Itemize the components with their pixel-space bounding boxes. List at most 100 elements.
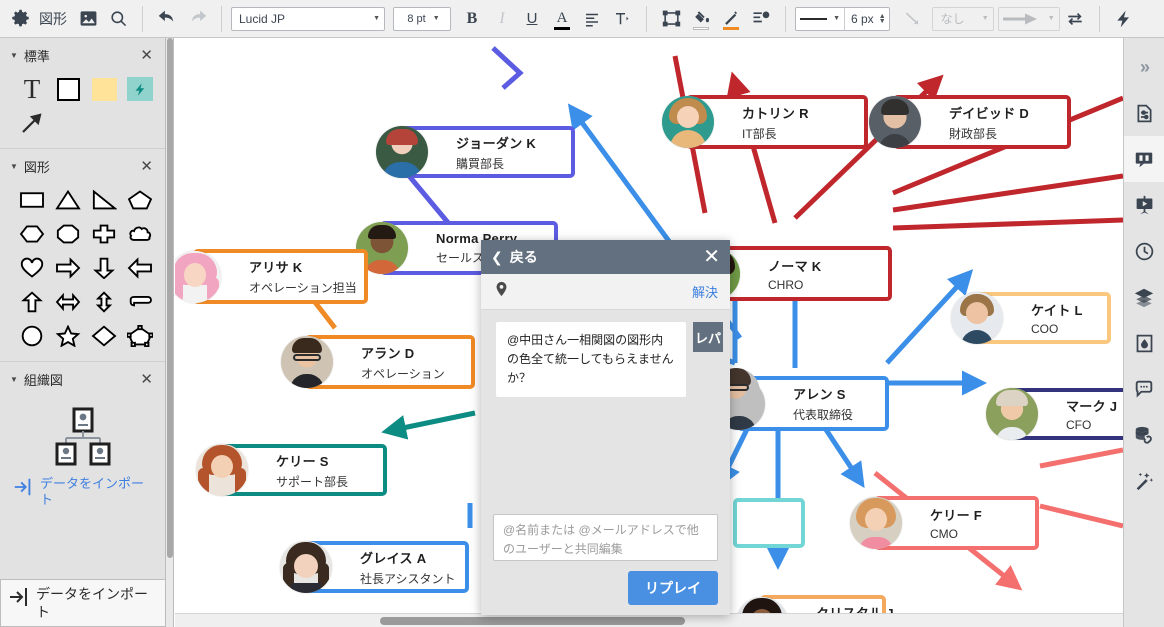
text-color-button[interactable]: A bbox=[547, 4, 577, 34]
location-pin-icon[interactable] bbox=[493, 279, 692, 304]
fill-bucket-icon[interactable] bbox=[686, 4, 716, 34]
underline-button[interactable]: U bbox=[517, 4, 547, 34]
reply-button[interactable]: リプレイ bbox=[628, 571, 718, 605]
sticky-note-icon[interactable] bbox=[86, 72, 122, 106]
comment-reply-input[interactable]: @名前または @メールアドレスで他のユーザーと共同編集 bbox=[493, 514, 718, 561]
star-shape[interactable] bbox=[50, 319, 86, 353]
rectangle-shape[interactable] bbox=[14, 183, 50, 217]
section-header-orgchart[interactable]: ▼ 組織図 ✕ bbox=[0, 362, 165, 396]
pentagon-selected-shape[interactable] bbox=[122, 319, 158, 353]
close-icon[interactable]: ✕ bbox=[140, 48, 153, 63]
undo-icon[interactable] bbox=[152, 4, 182, 34]
magic-wand-icon[interactable] bbox=[1124, 458, 1164, 504]
search-icon[interactable] bbox=[103, 4, 133, 34]
align-left-icon[interactable] bbox=[577, 4, 607, 34]
org-node-kate[interactable]: ケイト L COO bbox=[951, 292, 1111, 344]
scrollbar-thumb[interactable] bbox=[167, 38, 173, 558]
circle-shape[interactable] bbox=[14, 319, 50, 353]
triangle-shape[interactable] bbox=[50, 183, 86, 217]
lightning-shape-icon[interactable] bbox=[122, 72, 158, 106]
stroke-width-stepper[interactable]: 6 px ▲ ▼ bbox=[845, 12, 889, 26]
shape-frame-icon[interactable] bbox=[656, 4, 686, 34]
org-node-mark[interactable]: マーク J CFO bbox=[986, 388, 1123, 440]
caret-down-icon[interactable]: ▼ bbox=[10, 375, 18, 384]
org-node-kelly-f[interactable]: ケリー F CMO bbox=[850, 496, 1039, 550]
org-node-norma[interactable]: ノーマ K CHRO bbox=[688, 246, 892, 301]
org-node-allen[interactable]: アレン S 代表取締役 bbox=[713, 376, 889, 431]
stroke-style-group[interactable]: ▼ 6 px ▲ ▼ bbox=[795, 6, 890, 31]
redo-icon[interactable] bbox=[182, 4, 212, 34]
pen-icon[interactable] bbox=[716, 4, 746, 34]
chat-icon[interactable] bbox=[1124, 366, 1164, 412]
org-node-kelly-s[interactable]: ケリー S サポート部長 bbox=[196, 444, 387, 496]
left-arrow-shape[interactable] bbox=[122, 251, 158, 285]
close-icon[interactable]: ✕ bbox=[140, 372, 153, 387]
stepper-arrows-icon[interactable]: ▲ ▼ bbox=[879, 13, 886, 25]
text-tool-icon[interactable]: T bbox=[14, 72, 50, 106]
caret-down-icon[interactable]: ▼ bbox=[10, 51, 18, 60]
hexagon-shape[interactable] bbox=[14, 217, 50, 251]
import-data-button[interactable]: データをインポート bbox=[0, 472, 165, 508]
org-node-jordan[interactable]: ジョーダン K 購買部長 bbox=[376, 126, 575, 178]
data-link-icon[interactable] bbox=[1124, 412, 1164, 458]
left-panel-scrollbar[interactable] bbox=[166, 38, 174, 627]
stroke-style-select[interactable]: ▼ bbox=[796, 15, 844, 22]
resolve-button[interactable]: 解決 bbox=[692, 282, 718, 301]
right-arrow-shape[interactable] bbox=[50, 251, 86, 285]
comments-icon[interactable] bbox=[1123, 136, 1164, 182]
cloud-shape[interactable] bbox=[122, 217, 158, 251]
right-triangle-shape[interactable] bbox=[86, 183, 122, 217]
section-header-standard[interactable]: ▼ 標準 ✕ bbox=[0, 38, 165, 72]
up-arrow-shape[interactable] bbox=[14, 285, 50, 319]
connector-line-icon[interactable] bbox=[898, 4, 928, 34]
right-toolbar-rail: » bbox=[1123, 38, 1164, 627]
org-node-empty-teal[interactable] bbox=[733, 498, 805, 548]
pentagon-shape[interactable] bbox=[122, 183, 158, 217]
import-data-tooltip[interactable]: データをインポート bbox=[0, 579, 165, 627]
expand-panel-icon[interactable]: » bbox=[1124, 44, 1164, 90]
arrow-tool-icon[interactable] bbox=[14, 106, 50, 140]
font-size-select[interactable]: 8 pt ▼ bbox=[393, 6, 451, 31]
lightning-icon[interactable] bbox=[1109, 4, 1139, 34]
line-start-select[interactable]: なし ▼ bbox=[931, 6, 994, 31]
panel-section-shapes: ▼ 図形 ✕ bbox=[0, 149, 165, 362]
line-end-select[interactable]: ▼ bbox=[997, 6, 1060, 31]
org-node-david[interactable]: デイビッド D 財政部長 bbox=[869, 95, 1071, 149]
up-down-arrow-shape[interactable] bbox=[86, 285, 122, 319]
caret-down-icon[interactable]: ▼ bbox=[10, 162, 18, 171]
org-node-katrin[interactable]: カトリン R IT部長 bbox=[662, 95, 868, 149]
font-family-select[interactable]: Lucid JP ▼ bbox=[231, 6, 385, 31]
rectangle-tool-icon[interactable] bbox=[50, 72, 86, 106]
bold-button[interactable]: B bbox=[457, 4, 487, 34]
comment-popup[interactable]: ❮ 戻る ✕ 解決 @中田さん一相関図の図形内の色全て統一してもらえませんか？ … bbox=[481, 240, 730, 615]
layers-icon[interactable] bbox=[1124, 274, 1164, 320]
diamond-shape[interactable] bbox=[86, 319, 122, 353]
org-node-grace[interactable]: グレイス A 社長アシスタント bbox=[280, 541, 469, 593]
cross-shape[interactable] bbox=[86, 217, 122, 251]
text-style-icon[interactable] bbox=[746, 4, 776, 34]
org-node-alan[interactable]: アラン D オペレーション bbox=[281, 335, 475, 389]
close-icon[interactable]: ✕ bbox=[140, 159, 153, 174]
theme-icon[interactable] bbox=[1124, 320, 1164, 366]
scrollbar-thumb[interactable] bbox=[380, 617, 685, 625]
octagon-shape[interactable] bbox=[50, 217, 86, 251]
section-header-shapes[interactable]: ▼ 図形 ✕ bbox=[0, 149, 165, 183]
down-arrow-shape[interactable] bbox=[86, 251, 122, 285]
banner-shape[interactable] bbox=[122, 285, 158, 319]
text-spacing-icon[interactable] bbox=[607, 4, 637, 34]
back-button[interactable]: ❮ 戻る bbox=[491, 247, 703, 267]
org-chart-icon[interactable] bbox=[0, 396, 165, 472]
org-node-alisa[interactable]: アリサ K オペレーション担当 bbox=[175, 249, 368, 304]
italic-button[interactable]: I bbox=[487, 4, 517, 34]
heart-shape[interactable] bbox=[14, 251, 50, 285]
image-icon[interactable] bbox=[73, 4, 103, 34]
node-title: 財政部長 bbox=[949, 126, 998, 141]
document-settings-icon[interactable] bbox=[1124, 90, 1164, 136]
gear-icon[interactable] bbox=[5, 4, 35, 34]
close-icon[interactable]: ✕ bbox=[703, 247, 720, 267]
swap-arrows-icon[interactable] bbox=[1060, 4, 1090, 34]
left-right-arrow-shape[interactable] bbox=[50, 285, 86, 319]
presentation-icon[interactable] bbox=[1124, 182, 1164, 228]
revision-history-icon[interactable] bbox=[1124, 228, 1164, 274]
canvas-horizontal-scrollbar[interactable] bbox=[175, 613, 1123, 627]
